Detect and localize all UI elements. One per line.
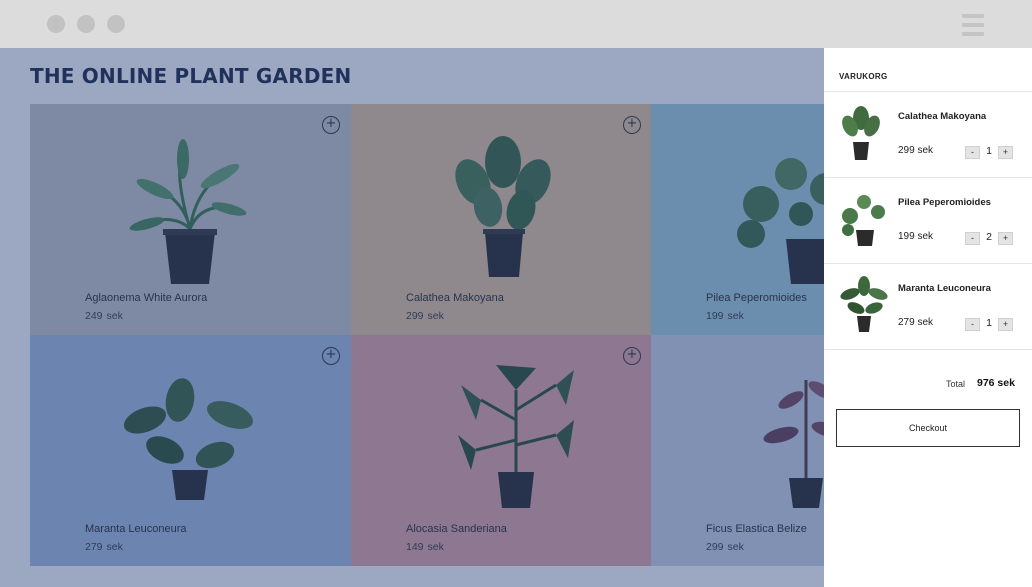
- cart-item: Calathea Makoyana 299 sek - 1 +: [824, 92, 1032, 178]
- maranta-thumbnail-icon: [840, 276, 888, 332]
- hamburger-icon[interactable]: [962, 14, 984, 36]
- cart-item-name: Pilea Peperomioides: [898, 197, 991, 208]
- divider: [824, 349, 1032, 350]
- modal-backdrop[interactable]: [0, 48, 824, 587]
- page-content: THE ONLINE PLANT GARDEN + Aglaonema Whit…: [0, 48, 1032, 587]
- quantity-value: 2: [986, 231, 992, 243]
- quantity-value: 1: [986, 317, 992, 329]
- total-label: Total: [946, 379, 966, 389]
- checkout-button[interactable]: Checkout: [836, 409, 1020, 447]
- increase-quantity-button[interactable]: +: [998, 318, 1013, 331]
- calathea-thumbnail-icon: [842, 106, 880, 160]
- decrease-quantity-button[interactable]: -: [965, 232, 980, 245]
- decrease-quantity-button[interactable]: -: [965, 146, 980, 159]
- window-close-dot[interactable]: [47, 15, 65, 33]
- window-maximize-dot[interactable]: [107, 15, 125, 33]
- increase-quantity-button[interactable]: +: [998, 232, 1013, 245]
- cart-item-price: 279 sek: [898, 317, 934, 328]
- cart-panel: VARUKORG Calathea Makoyana 299 sek - 1 +: [824, 48, 1032, 587]
- decrease-quantity-button[interactable]: -: [965, 318, 980, 331]
- cart-item-name: Maranta Leuconeura: [898, 283, 991, 294]
- cart-title: VARUKORG: [839, 72, 888, 81]
- cart-item-price: 199 sek: [898, 231, 934, 242]
- quantity-value: 1: [986, 145, 992, 157]
- pilea-thumbnail-icon: [842, 195, 885, 246]
- cart-item-name: Calathea Makoyana: [898, 111, 987, 122]
- cart-item: Maranta Leuconeura 279 sek - 1 +: [824, 264, 1032, 350]
- increase-quantity-button[interactable]: +: [998, 146, 1013, 159]
- total-value: 976 sek: [977, 377, 1015, 389]
- cart-item-price: 299 sek: [898, 145, 934, 156]
- cart-item: Pilea Peperomioides 199 sek - 2 +: [824, 178, 1032, 264]
- window-minimize-dot[interactable]: [77, 15, 95, 33]
- browser-window: THE ONLINE PLANT GARDEN + Aglaonema Whit…: [0, 0, 1032, 587]
- window-titlebar: [0, 0, 1032, 48]
